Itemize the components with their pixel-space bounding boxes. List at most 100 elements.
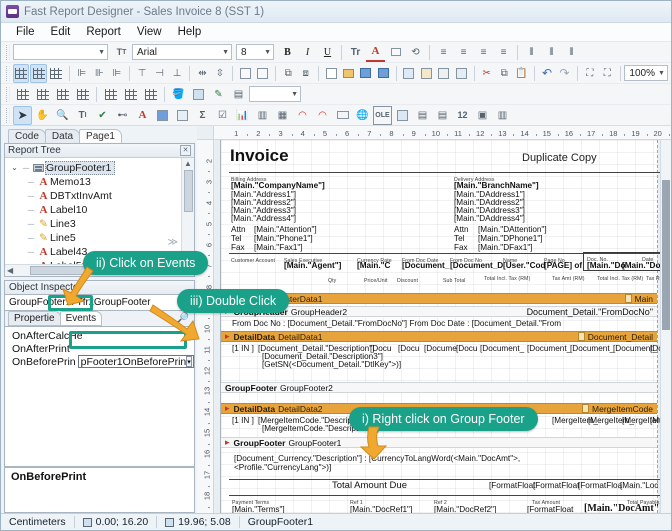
guides-icon[interactable] [48,64,64,83]
band-detaildata1[interactable]: ▸DetailDataDetailData1 Document_Detail [… [221,331,657,342]
split-cells-icon[interactable] [121,85,140,104]
tab-events[interactable]: Events [60,311,103,326]
band-groupfooter1[interactable]: ▸GroupFooterGroupFooter1 [Document_Curre… [221,437,657,448]
tab-data[interactable]: Data [45,129,80,143]
tree-node-label[interactable]: GroupFooter1 [45,161,115,175]
footer-total-3[interactable]: [FormatFloa [577,481,623,490]
sum-object-icon[interactable]: Σ [193,106,212,125]
billing-company[interactable]: [Main."CompanyName"] [230,181,326,190]
valign-top-icon[interactable]: ⦀ [522,43,541,62]
footer-currency-line2[interactable]: <Profile."CurrencyLang">)] [233,463,332,472]
band-header-detaildata1[interactable]: ▸DetailDataDetailData1 Document_Detail [221,331,657,342]
highlight-color-icon[interactable] [386,43,405,62]
scroll-up-icon[interactable]: ▲ [184,159,192,168]
snap-to-grid-icon[interactable] [30,64,47,83]
tax-amount-value[interactable]: [FormatFloat [526,505,574,513]
detail1-col-9[interactable]: [Doc [649,344,660,353]
tree-node-label10[interactable]: ─ A Label10 [9,203,181,217]
from-doc-no-value[interactable]: [Document_D [449,261,504,270]
billing-fax[interactable]: [Main."Fax1"] [253,243,304,252]
detail2-prefix[interactable]: [1 IN ] [231,416,255,425]
detail1-col-7[interactable]: [Document_ [569,344,615,353]
cut-icon[interactable]: ✂ [478,64,494,83]
curve-object-icon[interactable]: ◠ [313,106,332,125]
tree-node-label[interactable]: Label43 [50,246,87,258]
billing-address4[interactable]: [Main."Address4"] [230,214,297,223]
footer-total-4[interactable]: [Main."Loc [619,481,659,490]
italic-button[interactable]: I [298,43,317,62]
tab-page1[interactable]: Page1 [79,129,122,143]
align-objects-center-icon[interactable]: ⊪ [91,64,107,83]
tree-node-line5[interactable]: ─ ✎ Line5 [9,231,181,245]
currency-rate-value[interactable]: [Main."C [356,261,391,270]
detail1-col-6[interactable]: [Document_ [526,344,572,353]
center-vertically-icon[interactable] [255,64,271,83]
chevron-down-icon[interactable]: ⌄ [9,163,20,172]
scroll-thumb[interactable] [662,180,670,330]
scroll-left-icon[interactable]: ◀ [5,266,15,275]
shape-object-icon[interactable] [333,106,352,125]
footer-total-1[interactable]: [FormatFloat [488,481,536,490]
name-value[interactable]: [User."Cod [502,261,547,270]
line-style-combo[interactable]: ▼ [249,86,301,102]
menu-item-file[interactable]: File [9,24,42,40]
crosstab-object-icon[interactable]: ▦ [273,106,292,125]
band-header-groupfooter2[interactable]: GroupFooterGroupFooter2 [221,382,657,393]
new-dialog-icon[interactable] [418,64,434,83]
delivery-fax-label[interactable]: Fax [453,243,469,252]
center-horizontally-icon[interactable] [237,64,253,83]
band-header-groupfooter1[interactable]: ▸GroupFooterGroupFooter1 [221,437,657,448]
barcode-object-icon[interactable]: ▥ [493,106,512,125]
group-icon[interactable]: ⛶ [582,64,598,83]
delivery-attn-label[interactable]: Attn [453,225,470,234]
open-report-icon[interactable] [340,64,356,83]
delivery-fax[interactable]: [Main."DFax1"] [477,243,534,252]
memo-object-icon[interactable]: A [133,106,152,125]
fill-color-icon[interactable]: 🪣 [169,85,188,104]
font-dialog-icon[interactable]: Tr [346,43,365,62]
table-insert-icon[interactable] [13,85,32,104]
billing-attn-label[interactable]: Attn [230,225,247,234]
table-row-icon[interactable] [33,85,52,104]
copy-icon[interactable]: ⧉ [496,64,512,83]
detail1-col-5[interactable]: [Document_ [479,344,525,353]
merge-cells-icon[interactable] [101,85,120,104]
align-bottom-icon[interactable]: ⊥ [169,64,185,83]
space-horizontally-icon[interactable]: ⇹ [194,64,210,83]
tree-node-label[interactable]: Label10 [50,204,87,216]
close-panel-icon[interactable]: ✕ [180,145,191,156]
align-objects-right-icon[interactable]: ⊫ [109,64,125,83]
delivery-address4[interactable]: [Main."DAddress4"] [453,214,526,223]
border-style-icon[interactable]: ✎ [209,85,228,104]
tree-node-label[interactable]: Line3 [50,218,76,230]
table-autoformat-icon[interactable] [141,85,160,104]
align-objects-left-icon[interactable]: ⊫ [74,64,90,83]
align-top-icon[interactable]: ⊤ [134,64,150,83]
ref1-value[interactable]: [Main."DocRef1"] [349,505,413,513]
billing-tel[interactable]: [Main."Phone1"] [253,234,314,243]
tab-code[interactable]: Code [8,129,46,143]
ole-object-icon[interactable]: OLE [373,106,392,125]
toolbar-grip-icon[interactable] [6,66,10,81]
frame-color-icon[interactable] [189,85,208,104]
code-editor-panel[interactable]: OnBeforePrint [4,467,195,513]
tree-node-label[interactable]: DBTxtInvAmt [50,190,112,202]
show-grid-icon[interactable] [13,64,30,83]
align-justify-icon[interactable]: ≡ [494,43,513,62]
menu-item-edit[interactable]: Edit [44,24,78,40]
tree-node-memo13[interactable]: ─ A Memo13 [9,175,181,189]
hand-tool-icon[interactable]: ✋ [33,106,52,125]
total-amount-due-label[interactable]: Total Amount Due [331,481,408,492]
report-title-memo[interactable]: Invoice [229,146,290,166]
subreport-object-icon[interactable] [173,106,192,125]
zipcode-object-icon[interactable]: ▣ [473,106,492,125]
billing-tel-label[interactable]: Tel [230,234,242,243]
valign-bottom-icon[interactable]: ⦀ [562,43,581,62]
ungroup-icon[interactable]: ⛶ [599,64,615,83]
save-as-icon[interactable] [375,64,391,83]
delivery-attn[interactable]: [Main."DAttention"] [477,225,548,234]
toolbar-grip-icon[interactable] [6,108,10,123]
band-groupfooter2[interactable]: GroupFooterGroupFooter2 [221,382,657,393]
sales-executive-value[interactable]: [Main."Agent"] [283,261,342,270]
detail1-col-3[interactable]: [Docume [423,344,458,353]
